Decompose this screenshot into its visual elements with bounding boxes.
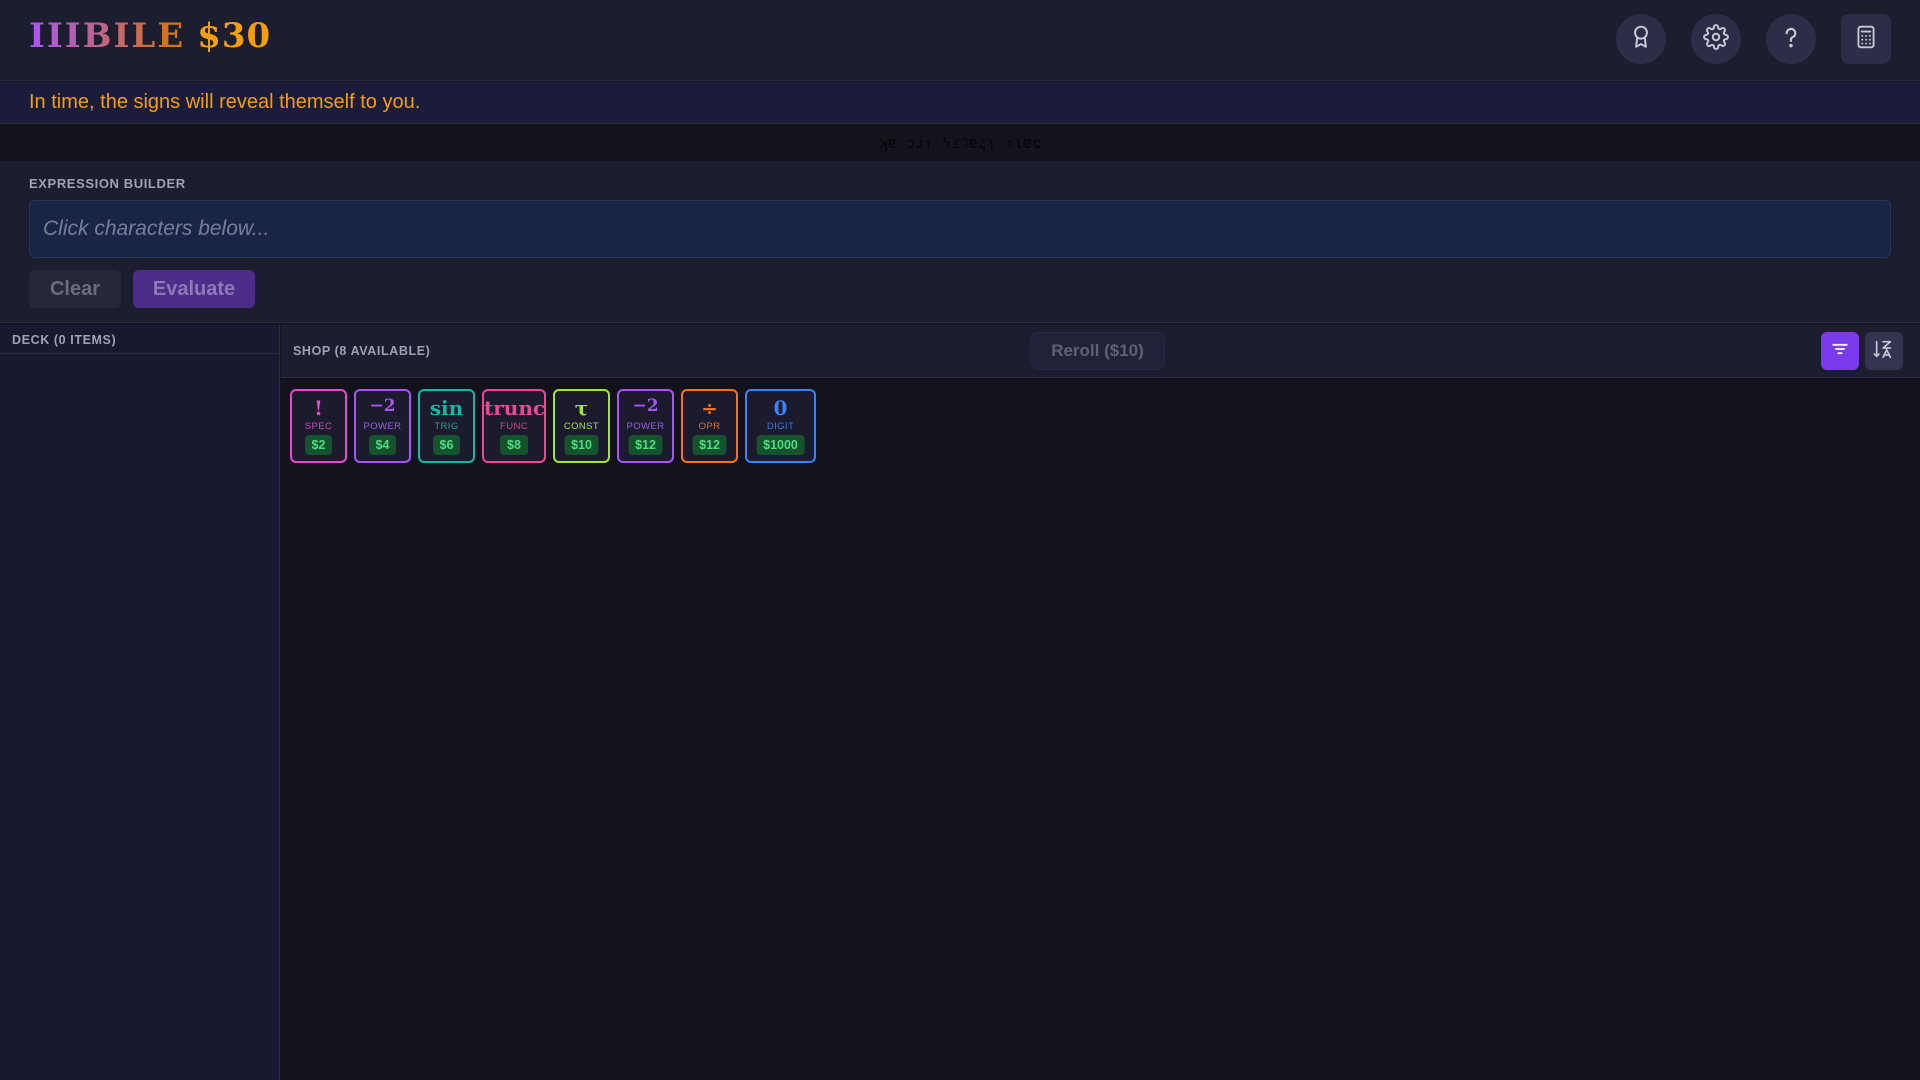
expression-input[interactable] [29,200,1891,258]
filter-button[interactable] [1821,332,1859,370]
question-icon [1778,24,1804,55]
shop-item-digit[interactable]: 0 DIGIT $1000 [745,389,816,463]
card-price: $1000 [756,435,805,455]
game-title: IIIBILE $30 [29,16,271,56]
calculator-button[interactable] [1841,14,1891,64]
card-symbol: sin [429,396,464,420]
hint-text: In time, the signs will reveal themself … [29,91,421,113]
card-category: TRIG [434,421,459,432]
cipher-text: ʞɐ ɔɹ↑ ϟɾ˥ɐʐʅ ↑ɩɐɕ [878,134,1042,152]
expression-builder-title: EXPRESSION BUILDER [29,176,186,191]
card-category: SPEC [304,421,333,432]
card-price: $2 [304,435,333,455]
shop-item-const[interactable]: τ CONST $10 [553,389,610,463]
card-symbol: −2 [369,396,396,416]
achievements-button[interactable] [1616,14,1666,64]
shop-item-func[interactable]: trunc FUNC $8 [482,389,546,463]
card-price: $12 [692,435,727,455]
clear-button[interactable]: Clear [29,270,121,308]
card-category: POWER [363,421,402,432]
shop-item-spec[interactable]: ! SPEC $2 [290,389,347,463]
card-category: OPR [698,421,721,432]
card-category: POWER [626,421,665,432]
card-category: FUNC [500,421,528,432]
deck-title: DECK (0 ITEMS) [0,324,279,354]
expression-builder: EXPRESSION BUILDER Clear Evaluate [0,161,1920,323]
shop-title: SHOP (8 AVAILABLE) [293,344,431,358]
gear-icon [1703,23,1729,55]
calculator-icon [1853,24,1879,55]
card-price: $12 [628,435,663,455]
award-icon [1628,24,1654,55]
shop-item-power[interactable]: −2 POWER $12 [617,389,674,463]
shop-item-opr[interactable]: ÷ OPR $12 [681,389,738,463]
card-category: DIGIT [766,421,795,432]
card-price: $10 [564,435,599,455]
card-symbol: −2 [632,396,659,416]
card-category: CONST [563,421,600,432]
brand-name: IIIBILE [29,16,186,56]
sort-icon [1873,338,1895,365]
settings-button[interactable] [1691,14,1741,64]
card-symbol: 0 [773,396,788,420]
card-symbol: ÷ [701,396,718,420]
help-button[interactable] [1766,14,1816,64]
sort-button[interactable] [1865,332,1903,370]
reroll-button[interactable]: Reroll ($10) [1030,332,1165,370]
filter-icon [1830,339,1850,364]
card-symbol: trunc [484,396,546,420]
cipher-strip: ʞɐ ɔɹ↑ ϟɾ˥ɐʐʅ ↑ɩɐɕ [0,125,1920,161]
card-symbol: τ [574,396,589,420]
card-symbol: ! [314,396,323,420]
deck-panel: DECK (0 ITEMS) [0,324,280,1080]
card-price: $8 [500,435,528,455]
shop-panel: SHOP (8 AVAILABLE) Reroll ($10) ! SPEC $… [281,324,1920,1080]
shop-header: SHOP (8 AVAILABLE) Reroll ($10) [281,324,1920,378]
shop-item-trig[interactable]: sin TRIG $6 [418,389,475,463]
card-price: $6 [432,435,461,455]
top-bar: IIIBILE $30 [0,0,1920,81]
money-display: $30 [197,16,272,56]
evaluate-button[interactable]: Evaluate [133,270,255,308]
card-price: $4 [368,435,397,455]
hint-bar: In time, the signs will reveal themself … [0,82,1920,124]
shop-item-power[interactable]: −2 POWER $4 [354,389,411,463]
